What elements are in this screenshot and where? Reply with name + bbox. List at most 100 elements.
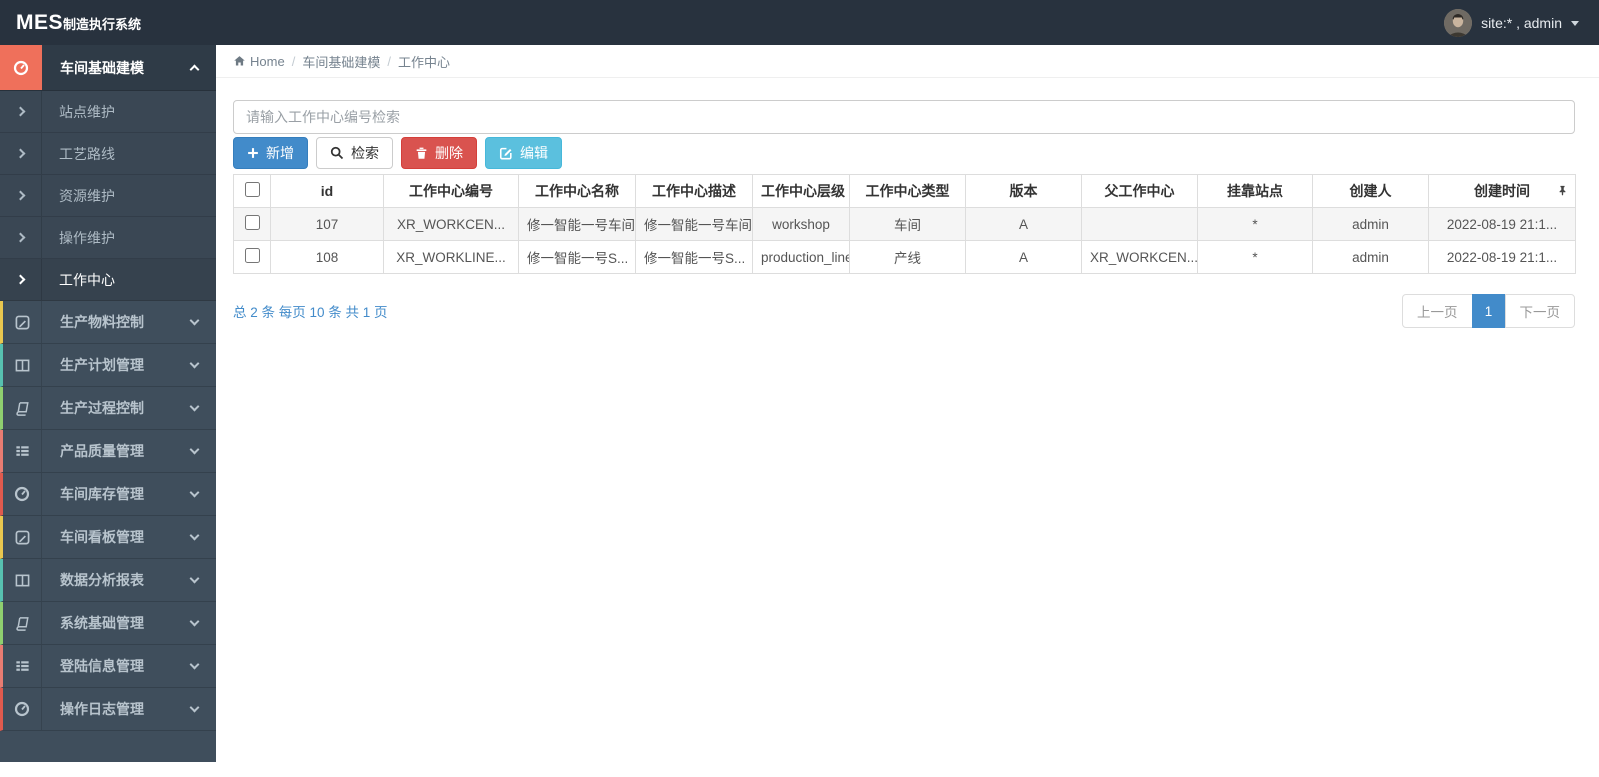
column-header-station: 挂靠站点 [1197,174,1313,208]
cell-code: XR_WORKCEN... [383,207,519,241]
cell-description: 修一智能一号车间 [635,207,753,241]
pagination: 总 2 条 每页 10 条 共 1 页 上一页 1 下一页 [233,294,1575,328]
user-label: site:* , admin [1481,14,1562,31]
search-input[interactable] [233,100,1575,134]
table-row[interactable]: 107 XR_WORKCEN... 修一智能一号车间 修一智能一号车间 work… [233,207,1576,241]
user-menu[interactable]: site:* , admin [1444,8,1599,37]
plus-icon [248,148,258,158]
cell-version: A [965,240,1082,274]
breadcrumb-separator: / [291,53,296,69]
sidebar-item-label: 生产过程控制 [60,400,144,416]
prev-page-button[interactable]: 上一页 [1402,294,1473,328]
chevron-down-icon [189,573,200,584]
gauge-icon [3,473,42,515]
sidebar-item-workshop-base-modeling[interactable]: 车间基础建模 [0,45,216,91]
columns-icon [3,559,42,601]
column-header-version: 版本 [965,174,1082,208]
sidebar-item-product-quality-management[interactable]: 产品质量管理 [0,430,216,473]
breadcrumb-current: 工作中心 [398,52,450,71]
breadcrumb-home-label: Home [250,53,285,69]
chevron-right-icon [0,91,42,132]
pencil-square-icon [3,301,42,343]
pin-icon[interactable] [1557,184,1568,200]
edit-icon [499,147,512,160]
search-icon [330,146,344,160]
sidebar-item-workshop-kanban-management[interactable]: 车间看板管理 [0,516,216,559]
work-center-table: id 工作中心编号 工作中心名称 工作中心描述 工作中心层级 工作中心类型 版本… [233,174,1576,274]
app-logo[interactable]: MES制造执行系统 [0,11,216,35]
logo-text-primary: MES [16,10,64,34]
row-checkbox[interactable] [244,215,260,230]
pagination-controls: 上一页 1 下一页 [1402,294,1575,328]
home-icon [234,56,245,66]
sidebar-item-production-process-control[interactable]: 生产过程控制 [0,387,216,430]
pagination-summary[interactable]: 总 2 条 每页 10 条 共 1 页 [233,301,388,321]
sidebar-subitem-label: 工作中心 [59,271,115,288]
edit-button-label: 编辑 [520,145,548,161]
select-all-checkbox[interactable] [244,182,260,197]
breadcrumb: Home / 车间基础建模 / 工作中心 [216,45,1599,78]
search-button[interactable]: 检索 [316,137,393,169]
cell-id: 108 [270,240,384,274]
sidebar-subitem-label: 资源维护 [59,187,115,204]
row-checkbox[interactable] [244,248,260,263]
cell-id: 107 [270,207,384,241]
column-header-created-time: 创建时间 [1428,174,1576,208]
cell-code: XR_WORKLINE... [383,240,519,274]
current-page-button[interactable]: 1 [1471,294,1506,328]
column-header-level: 工作中心层级 [752,174,850,208]
sidebar-item-label: 车间库存管理 [60,486,144,502]
breadcrumb-home-link[interactable]: Home [233,54,285,69]
delete-button[interactable]: 删除 [401,137,477,169]
cell-created-time: 2022-08-19 21:1... [1428,207,1576,241]
row-select-cell [233,240,271,274]
pencil-square-icon [3,516,42,558]
sidebar-item-login-info-management[interactable]: 登陆信息管理 [0,645,216,688]
sidebar-subitem-operation-maintenance[interactable]: 操作维护 [0,217,216,259]
chevron-right-icon [0,217,42,258]
cell-name: 修一智能一号S... [518,240,636,274]
next-page-button[interactable]: 下一页 [1504,294,1575,328]
sidebar: 车间基础建模 站点维护 工艺路线 资源维护 操作维护 工作中心 生产物料控制 生… [0,45,216,762]
chevron-down-icon [189,530,200,541]
add-button-label: 新增 [266,145,294,161]
sidebar-item-production-material-control[interactable]: 生产物料控制 [0,301,216,344]
column-header-type: 工作中心类型 [849,174,966,208]
chevron-right-icon [0,175,42,216]
table-header-row: id 工作中心编号 工作中心名称 工作中心描述 工作中心层级 工作中心类型 版本… [233,174,1576,208]
gauge-icon [3,688,42,730]
chevron-down-icon [189,401,200,412]
sidebar-item-production-plan-management[interactable]: 生产计划管理 [0,344,216,387]
sidebar-subitem-resource-maintenance[interactable]: 资源维护 [0,175,216,217]
sidebar-subitem-station-maintenance[interactable]: 站点维护 [0,91,216,133]
cell-parent [1081,207,1198,241]
add-button[interactable]: 新增 [233,137,308,169]
sidebar-item-label: 生产物料控制 [60,314,144,330]
columns-icon [3,344,42,386]
column-header-name: 工作中心名称 [518,174,636,208]
sidebar-item-system-base-management[interactable]: 系统基础管理 [0,602,216,645]
sidebar-item-workshop-inventory-management[interactable]: 车间库存管理 [0,473,216,516]
chevron-down-icon [189,315,200,326]
cell-description: 修一智能一号S... [635,240,753,274]
search-button-label: 检索 [351,145,379,161]
breadcrumb-separator: / [387,53,391,69]
edit-button[interactable]: 编辑 [485,137,562,169]
breadcrumb-level1-label: 车间基础建模 [302,54,381,70]
sidebar-item-label: 数据分析报表 [60,572,144,588]
sidebar-subitem-work-center[interactable]: 工作中心 [0,259,216,301]
sidebar-subitem-process-route[interactable]: 工艺路线 [0,133,216,175]
cell-level: workshop [752,207,850,241]
breadcrumb-level1-link[interactable]: 车间基础建模 [302,52,380,71]
cell-type: 产线 [849,240,966,274]
select-all-cell [233,174,271,208]
gauge-icon [0,45,42,90]
main-content: Home / 车间基础建模 / 工作中心 新增 检索 删除 编辑 [216,45,1599,777]
cell-station: * [1197,207,1313,241]
sidebar-item-data-analysis-reports[interactable]: 数据分析报表 [0,559,216,602]
book-icon [3,602,42,644]
sidebar-item-operation-log-management[interactable]: 操作日志管理 [0,688,216,731]
table-row[interactable]: 108 XR_WORKLINE... 修一智能一号S... 修一智能一号S...… [233,240,1576,274]
cell-version: A [965,207,1082,241]
sidebar-item-label: 操作日志管理 [60,701,144,717]
